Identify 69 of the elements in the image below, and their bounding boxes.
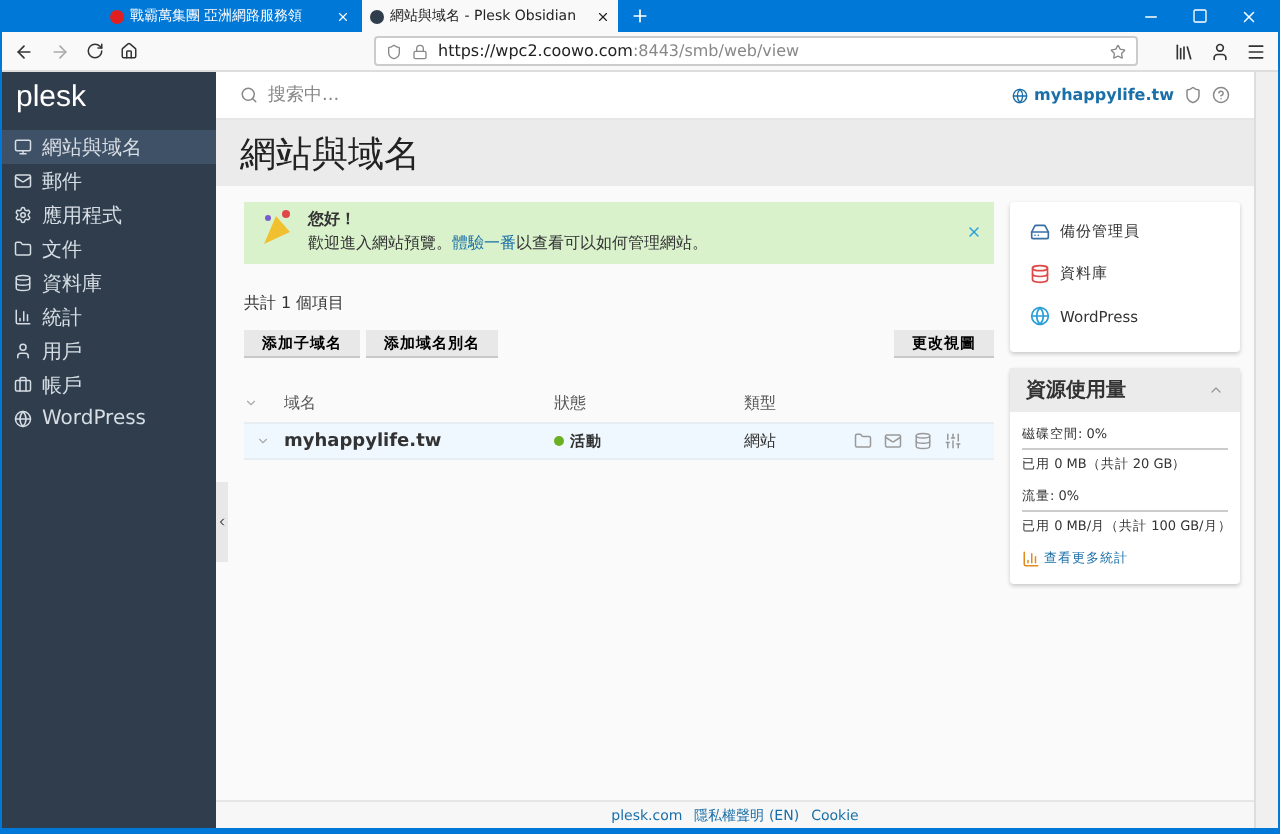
sidebar-item[interactable]: 應用程式	[2, 198, 216, 232]
folder-icon[interactable]	[854, 432, 872, 450]
column-header[interactable]: 類型	[744, 391, 994, 413]
sidebar-item[interactable]: 網站與域名	[2, 130, 216, 164]
sidebar-item[interactable]: 統計	[2, 300, 216, 334]
database-icon	[14, 274, 32, 292]
help-icon[interactable]	[1212, 86, 1230, 104]
sidebar-item[interactable]: 郵件	[2, 164, 216, 198]
domain-link[interactable]: myhappylife.tw	[1012, 86, 1174, 104]
sidebar-item[interactable]: WordPress	[2, 402, 216, 436]
party-popper-icon	[260, 208, 296, 248]
account-icon[interactable]	[1210, 41, 1230, 61]
expand-icon[interactable]	[256, 434, 270, 448]
database-icon[interactable]	[914, 432, 932, 450]
site-icon	[370, 9, 384, 23]
drive-icon	[1030, 222, 1050, 242]
address-field[interactable]: https://wpc2.coowo.com:8443/smb/web/view	[374, 36, 1138, 66]
globe-icon	[14, 410, 32, 428]
briefcase-icon	[14, 376, 32, 394]
page-title: 網站與域名	[240, 131, 420, 177]
globe-icon	[1030, 306, 1050, 326]
alert-text: 以查看可以如何管理網站。	[516, 234, 708, 252]
folder-icon	[14, 240, 32, 258]
library-icon[interactable]	[1174, 41, 1194, 61]
lock-icon[interactable]	[412, 43, 428, 59]
globe-icon	[1012, 87, 1029, 103]
database-icon	[1030, 264, 1050, 284]
item-count: 共計 1 個項目	[244, 292, 347, 314]
collapse-icon[interactable]	[1208, 382, 1224, 398]
column-header[interactable]: 狀態	[554, 391, 744, 413]
star-icon[interactable]	[1110, 43, 1126, 59]
user-icon	[14, 342, 32, 360]
sidebar-item[interactable]: 資料庫	[2, 266, 216, 300]
gear-icon	[14, 206, 32, 224]
bar-chart-icon	[14, 308, 32, 326]
card-title: 資源使用量	[1026, 377, 1126, 404]
menu-icon[interactable]	[1246, 41, 1266, 61]
alert-title: 您好！	[308, 208, 358, 230]
bar-chart-icon	[1022, 550, 1040, 568]
new-tab-icon[interactable]	[630, 6, 650, 26]
shield-icon[interactable]	[386, 43, 402, 59]
search-field[interactable]: 搜索中...	[268, 82, 340, 108]
mail-icon[interactable]	[884, 432, 902, 450]
scrollbar[interactable]	[1254, 72, 1278, 828]
column-header[interactable]: 域名	[284, 391, 554, 413]
sliders-icon[interactable]	[944, 432, 962, 450]
shield-icon[interactable]	[1184, 86, 1202, 104]
mail-icon	[14, 172, 32, 190]
sidebar-item[interactable]: 用戶	[2, 334, 216, 368]
monitor-icon	[14, 138, 32, 156]
domain-cell[interactable]: myhappylife.tw	[284, 431, 554, 451]
sidebar-item[interactable]: 文件	[2, 232, 216, 266]
type-cell-text: 網站	[744, 430, 778, 452]
expand-icon[interactable]	[244, 395, 258, 409]
close-icon[interactable]	[966, 224, 982, 240]
sidebar-item[interactable]: 帳戶	[2, 368, 216, 402]
forward-icon[interactable]	[50, 41, 70, 61]
close-tab-icon[interactable]	[596, 9, 610, 23]
back-icon[interactable]	[14, 41, 34, 61]
search-icon	[240, 86, 258, 104]
collapse-handle[interactable]	[216, 482, 228, 562]
home-icon[interactable]	[120, 42, 138, 60]
alert-text: 歡迎進入網站預覽。	[308, 234, 452, 252]
reload-icon[interactable]	[86, 42, 104, 60]
maximize-icon[interactable]	[1192, 8, 1208, 24]
status-dot	[554, 436, 564, 446]
brand-logo[interactable]: plesk	[2, 72, 216, 130]
site-icon	[110, 9, 124, 23]
tour-link[interactable]: 體驗一番	[452, 234, 516, 252]
